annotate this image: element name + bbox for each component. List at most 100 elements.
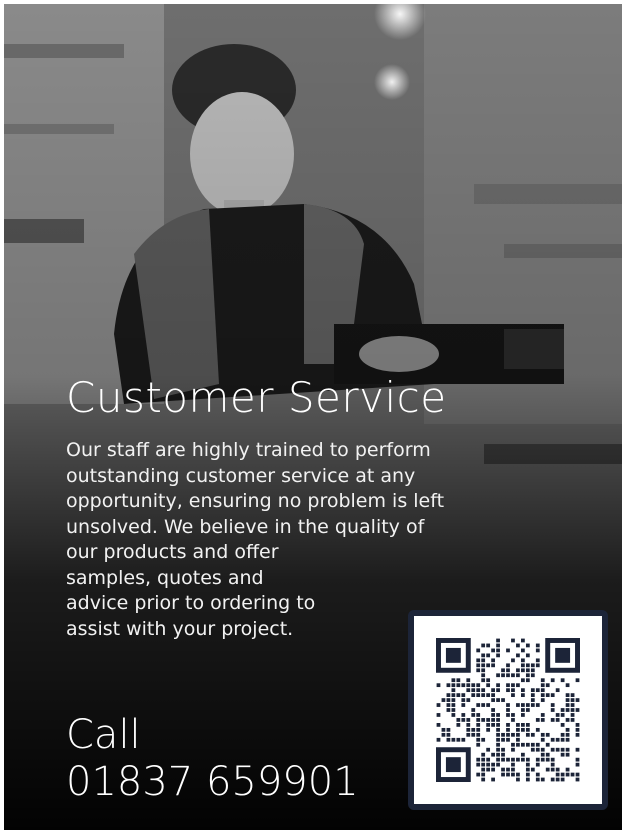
qr-module	[456, 723, 461, 727]
qr-module	[491, 688, 495, 693]
qr-module	[501, 772, 505, 777]
qr-module	[550, 767, 555, 772]
qr-module	[481, 772, 486, 777]
qr-module	[570, 718, 575, 722]
qr-module	[481, 703, 486, 707]
qr-module	[530, 732, 535, 737]
qr-module	[476, 703, 481, 707]
qr-module	[501, 668, 505, 673]
qr-module	[451, 683, 456, 688]
qr-module	[535, 772, 540, 777]
qr-module	[481, 762, 486, 767]
qr-module	[496, 718, 500, 722]
qr-module	[545, 693, 550, 697]
qr-module	[476, 757, 481, 762]
qr-module	[521, 638, 525, 643]
qr-module	[555, 777, 560, 782]
qr-module	[506, 683, 510, 688]
qr-module	[550, 678, 555, 683]
qr-module	[540, 777, 545, 782]
poster-frame: Customer Service Our staff are highly tr…	[0, 0, 624, 832]
qr-module	[496, 673, 500, 678]
qr-module	[461, 683, 466, 688]
qr-module	[506, 757, 510, 762]
qr-module	[560, 747, 565, 752]
qr-module	[496, 723, 500, 727]
phone-number[interactable]: 01837 659901	[66, 759, 359, 806]
body-line: Our staff are highly trained to perform	[66, 439, 431, 461]
qr-module	[481, 718, 486, 722]
qr-module	[451, 678, 456, 683]
body-line: our products and offer	[66, 541, 279, 563]
qr-module	[486, 683, 491, 688]
qr-module	[496, 762, 500, 767]
qr-module	[516, 673, 520, 678]
qr-module	[545, 757, 550, 762]
qr-module	[481, 658, 486, 663]
qr-module	[550, 762, 555, 767]
qr-module	[481, 668, 486, 673]
qr-module	[501, 737, 505, 742]
qr-code-card[interactable]	[408, 610, 608, 810]
qr-module	[451, 737, 456, 742]
qr-module	[516, 653, 520, 658]
qr-module	[446, 727, 451, 732]
qr-module	[535, 757, 540, 762]
qr-module	[570, 703, 575, 707]
qr-module	[456, 678, 461, 683]
qr-module	[555, 772, 560, 777]
qr-module	[496, 683, 500, 688]
qr-module	[575, 708, 580, 712]
qr-module	[545, 752, 550, 757]
qr-module	[476, 668, 481, 673]
qr-module	[521, 688, 525, 693]
qr-module	[445, 647, 461, 663]
qr-module	[570, 708, 575, 712]
qr-module	[486, 727, 491, 732]
qr-module	[560, 752, 565, 757]
qr-module	[476, 713, 481, 717]
qr-module	[476, 688, 481, 693]
qr-module	[516, 723, 520, 727]
qr-module	[516, 727, 520, 732]
qr-module	[441, 727, 446, 732]
qr-module	[491, 713, 495, 717]
qr-module	[436, 683, 441, 688]
qr-module	[530, 663, 535, 668]
qr-module	[491, 658, 495, 663]
qr-module	[436, 723, 441, 727]
qr-module	[525, 762, 530, 767]
qr-module	[506, 732, 510, 737]
qr-module	[501, 752, 505, 757]
qr-module	[446, 708, 451, 712]
qr-module	[461, 703, 466, 707]
qr-module	[565, 747, 570, 752]
qr-module	[521, 663, 525, 668]
call-block: Call 01837 659901	[66, 712, 359, 806]
qr-module	[516, 742, 520, 747]
call-label: Call	[66, 712, 141, 758]
qr-module	[476, 648, 481, 653]
qr-module	[540, 693, 545, 697]
body-line: samples, quotes and	[66, 566, 264, 589]
qr-module	[471, 683, 476, 688]
qr-module	[535, 762, 540, 767]
qr-module	[521, 757, 525, 762]
qr-module	[511, 732, 515, 737]
qr-module	[506, 713, 510, 717]
qr-module	[511, 767, 515, 772]
qr-module	[575, 698, 580, 702]
qr-module	[516, 732, 520, 737]
qr-module	[570, 693, 575, 697]
qr-module	[466, 688, 471, 693]
qr-module	[511, 658, 515, 663]
qr-module	[476, 718, 481, 722]
qr-module	[575, 772, 580, 777]
qr-module	[550, 693, 555, 697]
qr-module	[516, 683, 520, 688]
qr-module	[540, 698, 545, 702]
qr-module	[535, 777, 540, 782]
qr-module	[560, 708, 565, 712]
qr-module	[506, 688, 510, 693]
qr-module	[511, 757, 515, 762]
